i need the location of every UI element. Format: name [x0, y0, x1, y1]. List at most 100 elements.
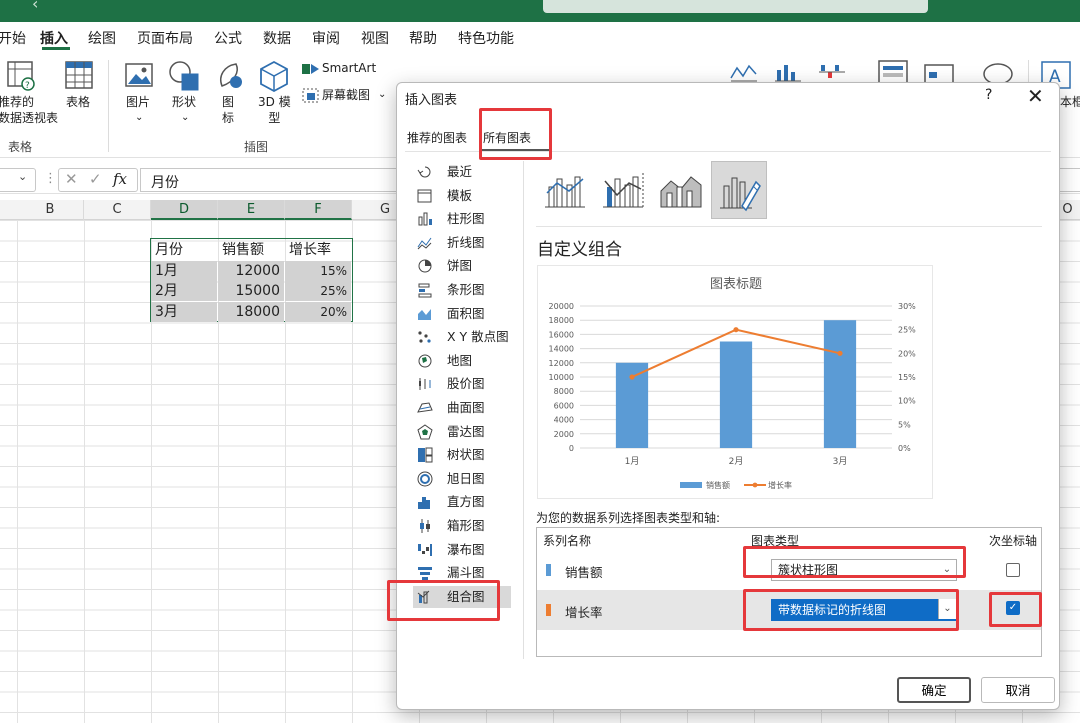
line-point — [629, 374, 635, 380]
tab-draw[interactable]: 绘图 — [88, 28, 116, 48]
function-icon[interactable]: fx — [113, 170, 127, 188]
cell-sales[interactable]: 18000 — [218, 301, 284, 322]
cell-growth[interactable]: 20% — [285, 301, 351, 322]
bar — [823, 320, 857, 448]
chart-type-surface[interactable]: 曲面图 — [413, 397, 511, 419]
column-header-d[interactable]: D — [151, 200, 218, 220]
chart-type-label: 箱形图 — [447, 518, 485, 533]
table-icon[interactable] — [64, 60, 94, 90]
column-header-e[interactable]: E — [218, 200, 285, 220]
series-name: 增长率 — [565, 605, 603, 620]
smartart-icon[interactable] — [302, 62, 320, 76]
series-row-growth[interactable]: 增长率 带数据标记的折线图 ⌄ ✓ — [537, 590, 1041, 630]
picture-dropdown-icon[interactable]: ⌄ — [135, 110, 143, 126]
header-sales[interactable]: 销售额 — [218, 240, 284, 260]
ok-button[interactable]: 确定 — [897, 677, 971, 703]
chart-type-combo[interactable]: 组合图 — [413, 585, 511, 608]
subtype-custom-combo[interactable] — [711, 161, 767, 219]
tab-features[interactable]: 特色功能 — [458, 28, 514, 48]
chart-type-label: 瀑布图 — [447, 541, 485, 557]
screenshot-icon[interactable] — [302, 88, 320, 104]
chart-type-pie[interactable]: 饼图 — [413, 255, 511, 277]
chart-type-value: 带数据标记的折线图 — [778, 603, 887, 617]
chart-type-box-whisker[interactable]: 箱形图 — [413, 515, 511, 537]
column-header-f[interactable]: F — [285, 200, 352, 220]
chart-type-map[interactable]: 地图 — [413, 350, 511, 372]
chart-type-treemap[interactable]: 树状图 — [413, 444, 511, 466]
column-header-b[interactable]: B — [17, 200, 84, 220]
cancel-icon[interactable]: ✕ — [65, 170, 78, 188]
tab-help[interactable]: 帮助 — [409, 28, 437, 48]
cell-sales[interactable]: 12000 — [218, 260, 284, 281]
cell-growth[interactable]: 25% — [285, 281, 351, 301]
tab-all-charts[interactable]: 所有图表 — [483, 129, 531, 146]
cell-sales[interactable]: 15000 — [218, 281, 284, 301]
tab-insert[interactable]: 插入 — [40, 28, 68, 48]
chart-type-area[interactable]: 面积图 — [413, 303, 511, 325]
subtype-stacked-area-column[interactable] — [653, 161, 709, 219]
chart-type-recent[interactable]: 最近 — [413, 161, 511, 183]
more-options-icon[interactable]: ⋮ — [44, 171, 57, 186]
tab-recommended-charts[interactable]: 推荐的图表 — [407, 129, 467, 146]
chart-type-label: 柱形图 — [447, 211, 485, 227]
chart-type-select[interactable]: 簇状柱形图 ⌄ — [771, 559, 957, 581]
sparkline-line-icon[interactable] — [730, 62, 758, 82]
tab-data[interactable]: 数据 — [263, 28, 291, 48]
enter-icon[interactable]: ✓ — [89, 170, 102, 188]
shapes-dropdown-icon[interactable]: ⌄ — [181, 110, 189, 126]
subtype-column-line-secondary[interactable] — [595, 161, 651, 219]
header-growth[interactable]: 增长率 — [285, 240, 351, 260]
smartart-label[interactable]: SmartArt — [322, 60, 376, 76]
subtype-clustered-column-line[interactable] — [537, 161, 593, 219]
sparkline-column-icon[interactable] — [774, 62, 802, 82]
cell-month[interactable]: 2月 — [151, 281, 217, 301]
y-tick-label: 8000 — [554, 387, 574, 396]
shapes-icon[interactable] — [168, 60, 202, 92]
tab-home[interactable]: 开始 — [0, 28, 26, 48]
screenshot-dropdown-icon[interactable]: ⌄ — [378, 87, 386, 103]
secondary-axis-checkbox-checked[interactable]: ✓ — [1006, 601, 1020, 615]
slicer-icon[interactable] — [878, 60, 908, 84]
namebox-dropdown-icon[interactable]: ⌄ — [18, 170, 27, 183]
chart-type-radar[interactable]: 雷达图 — [413, 421, 511, 443]
histogram-chart-icon — [418, 497, 430, 510]
column-header-c[interactable]: C — [84, 200, 151, 220]
sparkline-winloss-icon[interactable] — [818, 62, 846, 82]
chart-type-waterfall[interactable]: 瀑布图 — [413, 539, 511, 561]
cell-growth[interactable]: 15% — [285, 260, 351, 281]
chart-type-stock[interactable]: 股价图 — [413, 373, 511, 395]
screenshot-label[interactable]: 屏幕截图 — [322, 87, 370, 103]
icons-icon[interactable] — [214, 60, 246, 92]
col-chart-type: 图表类型 — [751, 534, 800, 548]
close-icon[interactable]: ✕ — [1027, 84, 1044, 108]
chart-type-histogram[interactable]: 直方图 — [413, 491, 511, 513]
chart-type-bar[interactable]: 条形图 — [413, 279, 511, 301]
3d-model-icon[interactable] — [258, 60, 290, 92]
series-row-sales[interactable]: 销售额 簇状柱形图 ⌄ — [537, 550, 1041, 590]
chart-type-sunburst[interactable]: 旭日图 — [413, 468, 511, 490]
tab-view[interactable]: 视图 — [361, 28, 389, 48]
chart-type-templates[interactable]: 模板 — [413, 185, 511, 207]
chevron-down-icon[interactable]: ⌄ — [938, 599, 956, 619]
chart-type-scatter[interactable]: X Y 散点图 — [413, 326, 511, 348]
cell-month[interactable]: 1月 — [151, 260, 217, 281]
back-arrow-icon[interactable]: ‹ — [32, 0, 38, 13]
search-box[interactable] — [543, 0, 928, 13]
picture-icon[interactable] — [124, 62, 154, 90]
tab-review[interactable]: 审阅 — [312, 28, 340, 48]
chart-type-funnel[interactable]: 漏斗图 — [413, 562, 511, 584]
tab-page-layout[interactable]: 页面布局 — [137, 28, 193, 48]
timeline-icon[interactable] — [924, 64, 954, 84]
pivot-table-icon[interactable]: ? — [6, 60, 36, 92]
help-icon[interactable]: ? — [985, 87, 992, 103]
chart-type-select[interactable]: 带数据标记的折线图 ⌄ — [771, 599, 957, 621]
header-month[interactable]: 月份 — [151, 240, 217, 260]
chart-type-column[interactable]: 柱形图 — [413, 208, 511, 230]
dialog-title: 插入图表 — [405, 93, 458, 108]
chart-type-line[interactable]: 折线图 — [413, 232, 511, 254]
chevron-down-icon[interactable]: ⌄ — [938, 560, 956, 580]
cancel-button[interactable]: 取消 — [981, 677, 1055, 703]
tab-formulas[interactable]: 公式 — [214, 28, 242, 48]
secondary-axis-checkbox[interactable] — [1006, 563, 1020, 577]
cell-month[interactable]: 3月 — [151, 301, 217, 322]
